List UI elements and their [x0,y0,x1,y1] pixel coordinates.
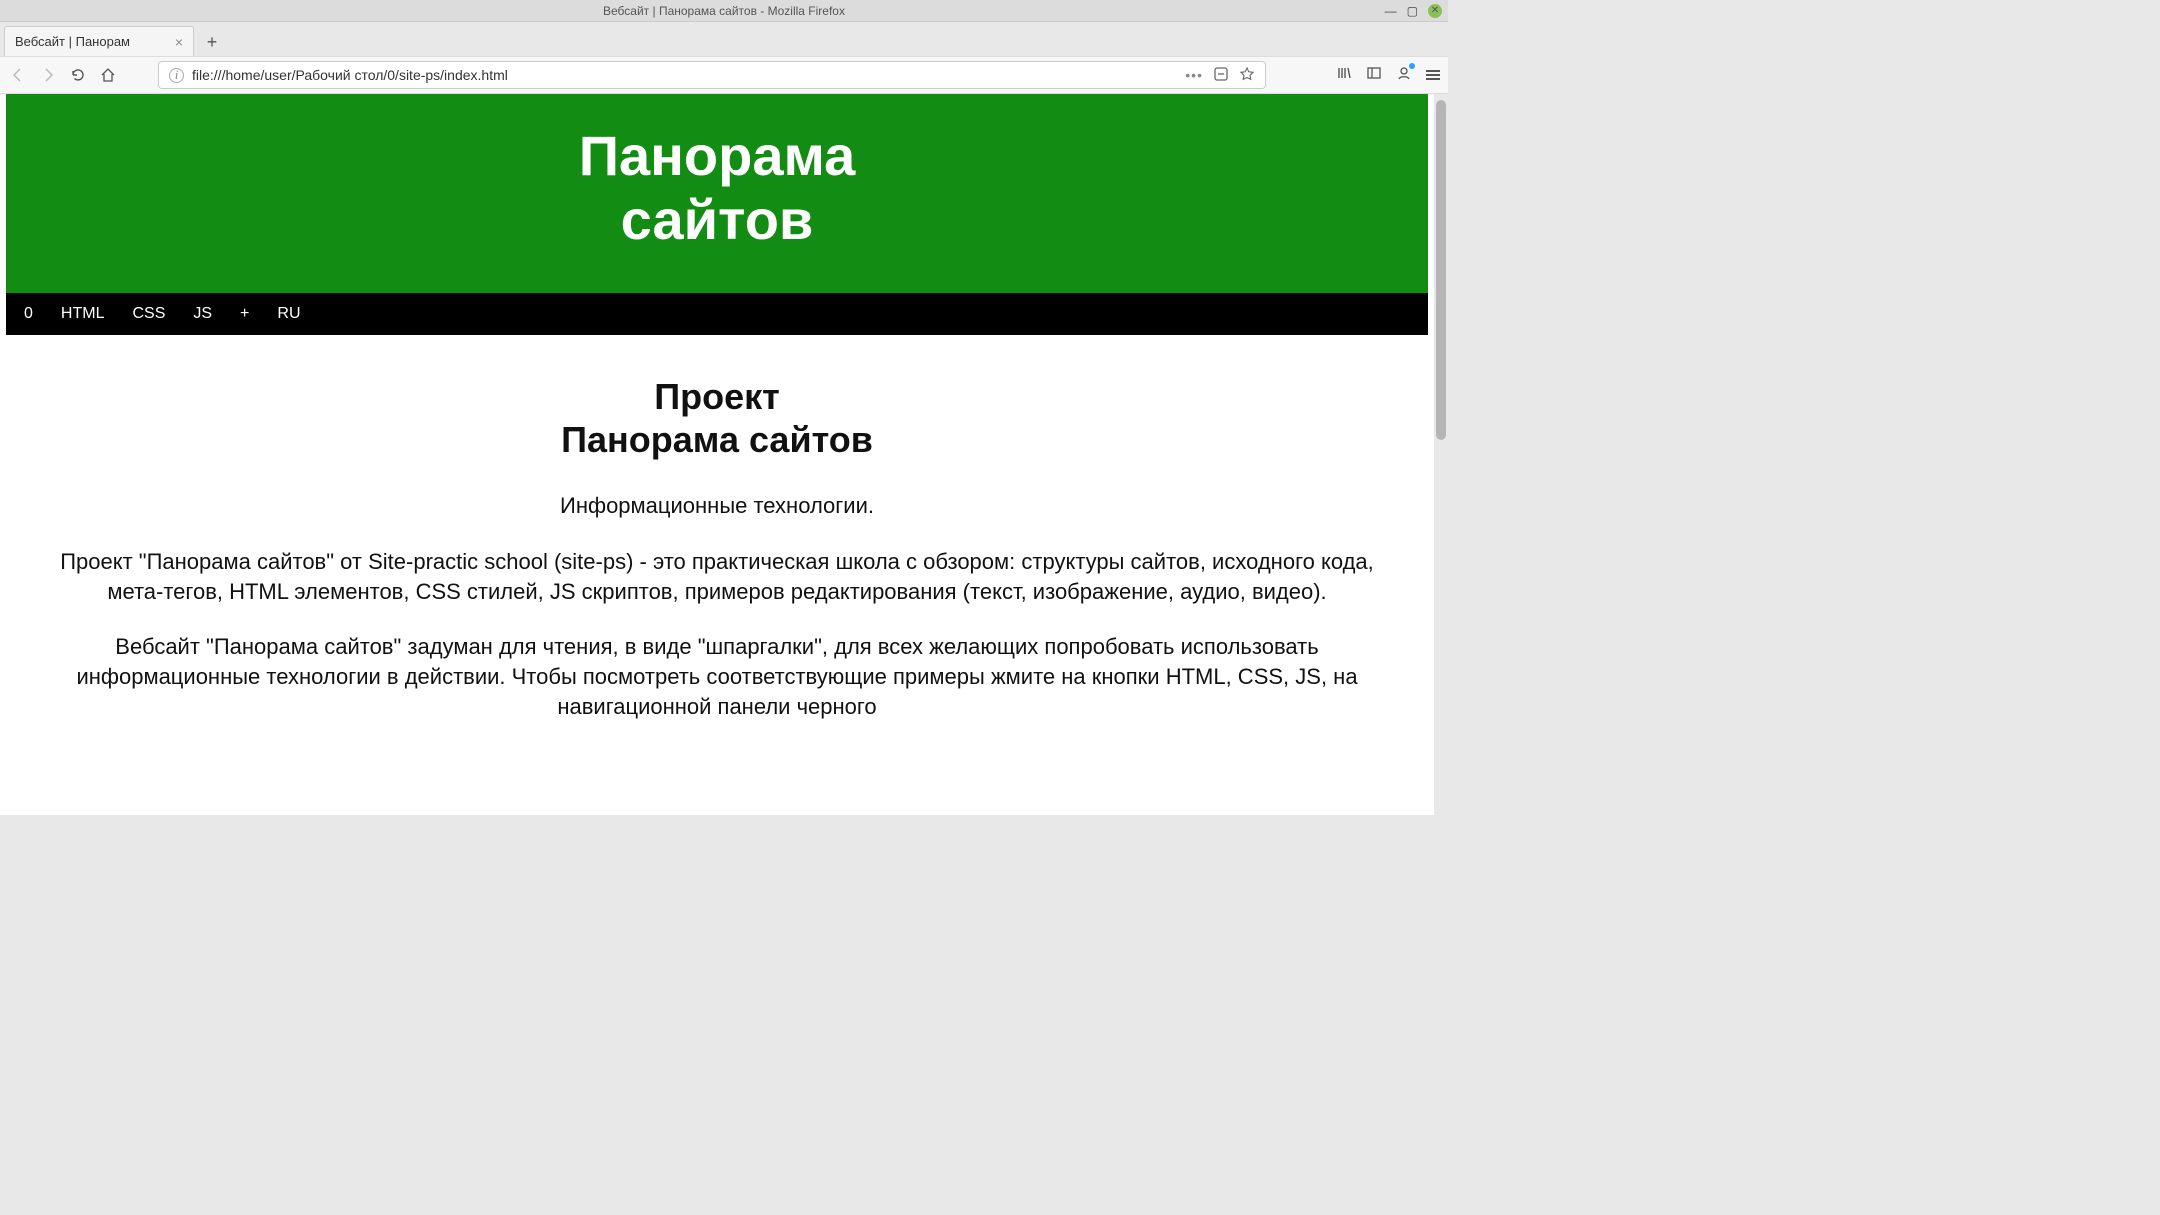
app-menu-button[interactable] [1426,70,1440,80]
site-nav: 0 HTML CSS JS + RU [6,293,1428,335]
nav-item-html[interactable]: HTML [61,305,105,323]
notification-dot-icon [1409,63,1415,69]
window-minimize-button[interactable]: — [1385,4,1397,18]
home-icon [100,67,116,83]
site-title-line2: сайтов [621,188,814,251]
new-tab-button[interactable]: + [198,28,226,56]
nav-item-js[interactable]: JS [193,305,212,323]
site-main: Проект Панорама сайтов Информационные те… [6,335,1428,722]
account-button[interactable] [1396,65,1412,85]
sidebar-button[interactable] [1366,65,1382,85]
arrow-left-icon [10,67,26,83]
browser-tabstrip: Вебсайт | Панорам × + [0,22,1448,56]
scrollbar-thumb[interactable] [1436,100,1446,440]
page-heading: Проект Панорама сайтов [36,375,1398,461]
window-close-button[interactable]: ✕ [1428,4,1442,18]
paragraph-3: Вебсайт "Панорама сайтов" задуман для чт… [36,632,1398,721]
info-icon[interactable]: i [169,68,184,83]
reload-button[interactable] [68,67,88,83]
paragraph-1: Информационные технологии. [36,491,1398,521]
window-maximize-button[interactable]: ▢ [1407,4,1418,18]
site-title-line1: Панорама [579,124,856,187]
site-title: Панорама сайтов [6,124,1428,253]
tab-close-button[interactable]: × [169,34,183,50]
url-bar[interactable]: i file:///home/user/Рабочий стол/0/site-… [158,61,1266,89]
nav-item-0[interactable]: 0 [24,305,33,323]
url-text: file:///home/user/Рабочий стол/0/site-ps… [192,67,1185,83]
reader-mode-button[interactable] [1213,66,1229,85]
nav-item-css[interactable]: CSS [132,305,165,323]
browser-toolbar: i file:///home/user/Рабочий стол/0/site-… [0,56,1448,94]
forward-button[interactable] [38,67,58,83]
site-header: Панорама сайтов [6,94,1428,293]
back-button[interactable] [8,67,28,83]
tab-title: Вебсайт | Панорам [15,34,169,49]
scrollbar-vertical[interactable] [1434,94,1448,815]
close-icon: ✕ [1431,6,1439,16]
home-button[interactable] [98,67,118,83]
paragraph-2: Проект "Панорама сайтов" от Site-practic… [36,547,1398,606]
page-heading-line1: Проект [654,376,780,417]
star-icon [1239,66,1255,82]
os-titlebar: Вебсайт | Панорама сайтов - Mozilla Fire… [0,0,1448,22]
bookmark-button[interactable] [1239,66,1255,85]
page-heading-line2: Панорама сайтов [561,419,873,460]
page-viewport: Панорама сайтов 0 HTML CSS JS + RU Проек… [0,94,1434,815]
browser-tab[interactable]: Вебсайт | Панорам × [4,26,194,56]
nav-item-ru[interactable]: RU [277,305,300,323]
reload-icon [70,67,86,83]
nav-item-plus[interactable]: + [240,305,249,323]
sidebar-icon [1366,65,1382,81]
library-button[interactable] [1336,65,1352,85]
hamburger-icon [1426,70,1440,72]
page-actions-button[interactable]: ••• [1185,67,1203,83]
window-title: Вебсайт | Панорама сайтов - Mozilla Fire… [603,4,845,18]
arrow-right-icon [40,67,56,83]
reader-icon [1213,66,1229,82]
library-icon [1336,65,1352,81]
